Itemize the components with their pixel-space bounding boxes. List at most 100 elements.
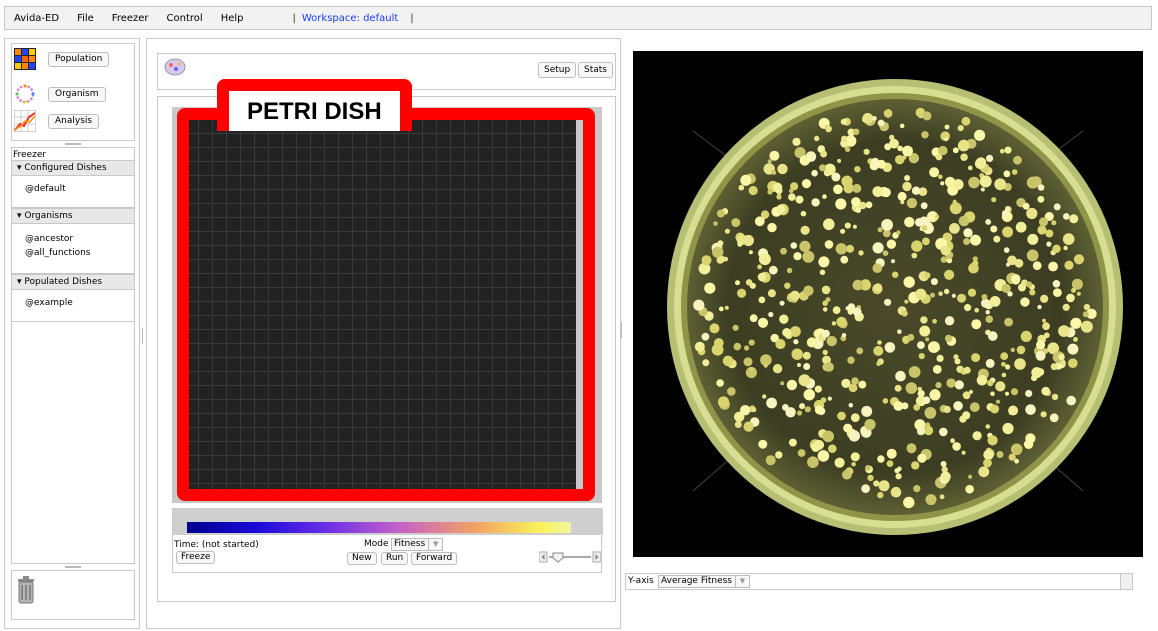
colony [936, 354, 944, 362]
colony [1010, 347, 1015, 353]
colony [814, 405, 824, 415]
colony [1038, 217, 1049, 227]
nav-population: Population [14, 48, 110, 70]
colony [1073, 254, 1085, 265]
colony [897, 191, 907, 201]
colony [775, 451, 783, 459]
colony [716, 379, 724, 387]
colony [709, 323, 720, 334]
freeze-button[interactable]: Freeze [176, 551, 216, 564]
menu-file[interactable]: File [68, 13, 103, 24]
freezer-item-all-functions[interactable]: @all_functions [25, 246, 134, 260]
colony [818, 256, 830, 268]
colony [1037, 304, 1042, 310]
colony [793, 339, 799, 345]
colony [996, 451, 1004, 458]
colony [865, 201, 873, 209]
colony [1025, 433, 1036, 444]
colony [985, 358, 995, 368]
mode-select[interactable]: Fitness ▼ [391, 538, 444, 551]
colony [824, 362, 834, 372]
left-panel: Population Organism Analysis Freezer ▾ C… [4, 38, 140, 629]
colony [964, 304, 972, 312]
freezer-section-populated-dishes[interactable]: ▾ Populated Dishes [12, 274, 134, 290]
colony [906, 197, 918, 209]
colony [873, 345, 884, 356]
colony [1067, 343, 1079, 355]
yaxis-select[interactable]: Average Fitness ▼ [658, 575, 750, 588]
colony [872, 116, 877, 121]
colony [896, 230, 901, 235]
freezer-item-example[interactable]: @example [25, 296, 134, 310]
menu-control[interactable]: Control [158, 13, 212, 24]
colony [767, 289, 776, 298]
new-button[interactable]: New [347, 552, 377, 565]
colony [892, 271, 899, 278]
colony [861, 484, 870, 493]
forward-button[interactable]: Forward [411, 552, 458, 565]
colony [908, 366, 921, 378]
colony [935, 382, 942, 389]
colony [1073, 337, 1078, 342]
splitter-handle[interactable] [142, 328, 144, 344]
colony [798, 374, 811, 387]
menu-freezer[interactable]: Freezer [103, 13, 158, 24]
freezer-section-organisms[interactable]: ▾ Organisms [12, 208, 134, 224]
freezer-item-default[interactable]: @default [25, 182, 134, 196]
colony [1060, 360, 1066, 366]
colony [769, 150, 780, 161]
colony [967, 288, 977, 297]
colony [904, 216, 915, 228]
colony [911, 461, 920, 470]
graph-panel: Y-axis Average Fitness ▼ [624, 38, 1154, 629]
menu-separator: | [292, 12, 296, 24]
colony [779, 314, 789, 324]
organism-ring-icon[interactable] [14, 83, 36, 105]
run-button[interactable]: Run [381, 552, 409, 565]
scrollbar[interactable] [1120, 574, 1132, 589]
colony [831, 321, 837, 326]
menu-app[interactable]: Avida-ED [5, 13, 68, 24]
colony [1080, 320, 1093, 333]
colony [811, 169, 818, 177]
colony [1076, 291, 1081, 296]
trash-can-icon[interactable] [17, 576, 35, 604]
colony [929, 389, 941, 401]
splitter-handle[interactable] [65, 143, 81, 145]
colony [995, 381, 1006, 392]
colony [770, 266, 775, 271]
colony [832, 306, 841, 314]
colony [822, 430, 834, 443]
population-button[interactable]: Population [48, 51, 110, 67]
colony [905, 382, 918, 394]
colony [985, 315, 994, 324]
colony [1032, 261, 1042, 271]
colony [938, 174, 943, 180]
speed-slider[interactable] [539, 551, 601, 563]
stats-button[interactable]: Stats [578, 62, 613, 78]
analysis-chart-icon[interactable] [14, 110, 36, 132]
organism-button[interactable]: Organism [48, 86, 106, 102]
analysis-button[interactable]: Analysis [48, 113, 100, 129]
colony [762, 394, 767, 399]
freezer-item-ancestor[interactable]: @ancestor [25, 232, 134, 246]
splitter-handle[interactable] [65, 566, 81, 568]
setup-button[interactable]: Setup [538, 62, 577, 78]
freezer-section-configured-dishes[interactable]: ▾ Configured Dishes [12, 160, 134, 176]
colony [724, 305, 729, 310]
colony [828, 444, 837, 454]
colony [1008, 410, 1014, 416]
colony [906, 443, 917, 454]
colony [740, 405, 751, 416]
colony [840, 228, 846, 234]
colony [827, 396, 832, 401]
menu-help[interactable]: Help [212, 13, 253, 24]
splitter-handle[interactable] [621, 322, 623, 338]
colony [946, 182, 952, 188]
colony [1042, 322, 1050, 331]
colony [917, 386, 922, 392]
colony [902, 145, 913, 157]
yaxis-bar: Y-axis Average Fitness ▼ [625, 573, 1133, 590]
colony [790, 242, 798, 249]
population-grid-icon[interactable] [14, 48, 36, 70]
